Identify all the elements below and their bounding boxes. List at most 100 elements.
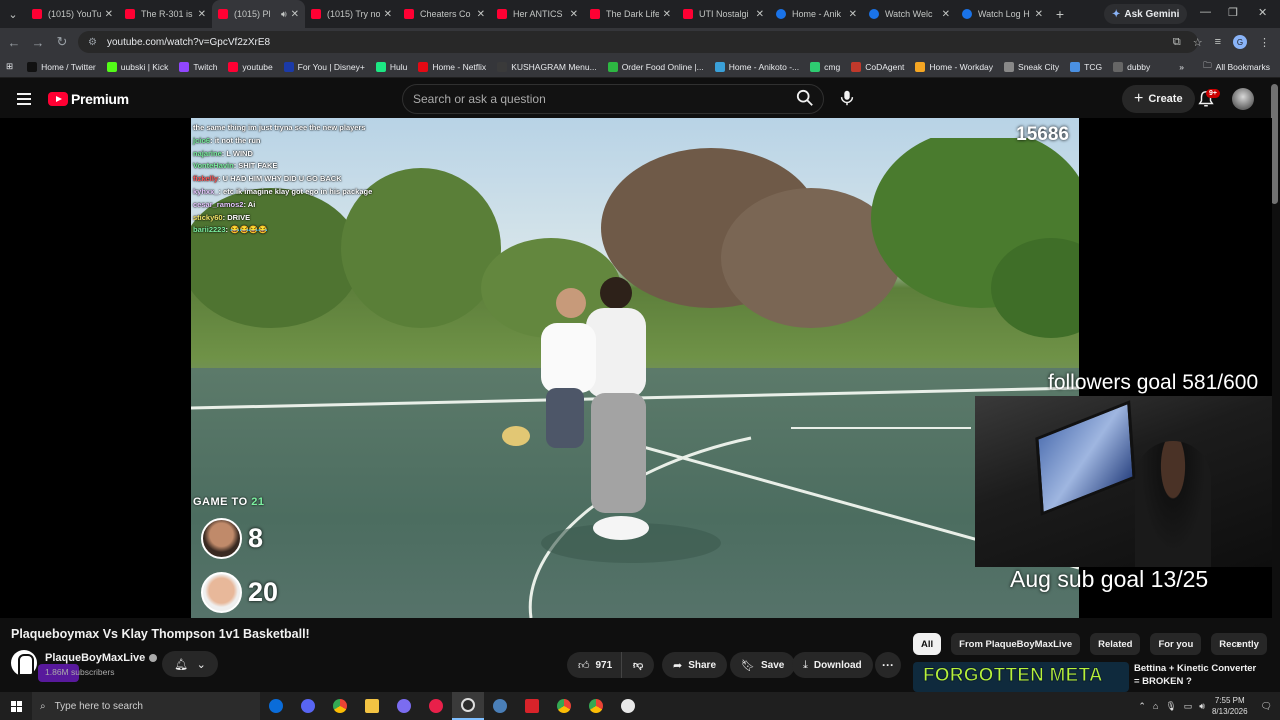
browser-tab[interactable]: UTI Nostalgi ✕ (677, 0, 770, 28)
maximize-button[interactable]: ❐ (1228, 6, 1238, 19)
filter-chip[interactable]: All (913, 633, 942, 655)
bookmark-item[interactable]: For You | Disney+ (283, 61, 365, 72)
back-button[interactable]: ← (2, 35, 26, 50)
start-button[interactable] (0, 692, 32, 720)
create-button[interactable]: + Create (1122, 85, 1195, 113)
bookmark-item[interactable]: Home / Twitter (27, 61, 96, 72)
minimize-button[interactable]: — (1200, 6, 1211, 18)
new-tab-button[interactable]: + (1049, 6, 1071, 22)
filter-chip[interactable]: Related (1090, 633, 1141, 655)
game-controller-icon[interactable] (388, 692, 420, 720)
channel-avatar[interactable] (11, 650, 37, 676)
site-info-icon[interactable]: ⚙ (88, 37, 97, 48)
adobe-icon[interactable] (516, 692, 548, 720)
forward-button[interactable]: → (26, 35, 50, 50)
bookmark-item[interactable]: dubby (1113, 61, 1150, 72)
browser-tab[interactable]: Home - Anik ✕ (770, 0, 863, 28)
volume-icon[interactable]: 🔊︎ (1199, 701, 1205, 712)
taskbar-clock[interactable]: 7:55 PM 8/13/2026 (1212, 695, 1248, 717)
recommended-title[interactable]: Bettina + Kinetic Converter = BROKEN ? (1134, 662, 1264, 688)
account-avatar[interactable] (1232, 88, 1254, 110)
apps-grid-icon[interactable]: ⊞ (6, 61, 13, 72)
share-button[interactable]: ➦ Share (662, 652, 728, 678)
bookmark-item[interactable]: CoDAgent (851, 61, 904, 72)
tab-close-icon[interactable]: ✕ (291, 9, 299, 20)
browser-tab[interactable]: (1015) Pl 🔊︎ ✕ (212, 0, 305, 28)
obs-icon[interactable] (452, 692, 484, 720)
search-input[interactable]: Search or ask a question (402, 84, 824, 114)
youtube-logo[interactable]: Premium (48, 91, 129, 107)
tab-close-icon[interactable]: ✕ (477, 9, 485, 20)
tab-close-icon[interactable]: ✕ (105, 9, 113, 20)
chrome-profile-3-icon[interactable] (580, 692, 612, 720)
bookmark-item[interactable]: Home - Workday (915, 61, 993, 72)
search-icon[interactable] (796, 89, 814, 107)
mic-tray-icon[interactable]: 🎙︎ (1165, 701, 1176, 712)
video-frame[interactable]: the same thing im just tryna see the new… (191, 118, 1079, 618)
clock-app-icon[interactable] (612, 692, 644, 720)
filter-chip[interactable]: For you (1150, 633, 1202, 655)
all-bookmarks-button[interactable]: 🗀 All Bookmarks (1203, 56, 1270, 78)
tab-close-icon[interactable]: ✕ (942, 9, 950, 20)
install-app-icon[interactable]: ⧉ (1173, 36, 1181, 49)
bookmark-item[interactable]: youtube (228, 61, 273, 72)
microphone-icon[interactable] (838, 89, 856, 107)
ask-gemini-button[interactable]: ✦ Ask Gemini (1104, 4, 1188, 24)
chips-next-arrow[interactable]: › (1236, 636, 1240, 651)
bookmark-item[interactable]: uubski | Kick (106, 61, 168, 72)
browser-tab[interactable]: Watch Welc ✕ (863, 0, 956, 28)
subscription-bell-button[interactable]: 🔔︎ ⌄ (162, 651, 218, 677)
profile-avatar[interactable]: G (1233, 35, 1247, 49)
discord-icon[interactable] (292, 692, 324, 720)
browser-menu-icon[interactable]: ⋮ (1259, 36, 1270, 49)
browser-tab[interactable]: Cheaters Co ✕ (398, 0, 491, 28)
chrome-profile-2-icon[interactable] (548, 692, 580, 720)
save-button[interactable]: 🔖︎ Save (730, 652, 796, 678)
reload-button[interactable]: ↻ (50, 34, 74, 50)
bookmark-item[interactable]: Home - Anikoto -... (714, 61, 799, 72)
browser-tab[interactable]: The Dark Life ✕ (584, 0, 677, 28)
browser-tab[interactable]: (1015) YouTube ✕ (26, 0, 119, 28)
bookmark-item[interactable]: Home - Netflix (418, 61, 486, 72)
more-actions-button[interactable]: ··· (875, 652, 901, 678)
tab-close-icon[interactable]: ✕ (198, 9, 206, 20)
bookmark-item[interactable]: Hulu (375, 61, 407, 72)
browser-tab[interactable]: Her ANTICS ✕ (491, 0, 584, 28)
tab-close-icon[interactable]: ✕ (663, 9, 671, 20)
browser-tab[interactable]: The R-301 is ✕ (119, 0, 212, 28)
filter-chip[interactable]: From PlaqueBoyMaxLive (951, 633, 1081, 655)
bookmark-star-icon[interactable]: ☆ (1193, 36, 1203, 49)
menu-icon[interactable] (17, 93, 31, 105)
tab-close-icon[interactable]: ✕ (1035, 9, 1043, 20)
tray-overflow-icon[interactable]: ⌃ (1138, 701, 1146, 712)
chrome-icon[interactable] (324, 692, 356, 720)
tab-close-icon[interactable]: ✕ (756, 9, 764, 20)
browser-tab[interactable]: Watch Log H ✕ (956, 0, 1049, 28)
browser-tab[interactable]: (1015) Try no ✕ (305, 0, 398, 28)
network-icon[interactable]: ⌂ (1153, 701, 1158, 711)
bookmarks-overflow-icon[interactable]: » (1179, 62, 1184, 72)
tab-audio-icon[interactable]: 🔊︎ (281, 9, 287, 20)
bookmark-item[interactable]: TCG (1070, 61, 1102, 72)
like-button[interactable]: 👍︎ 971 (567, 652, 622, 678)
dislike-button[interactable]: 👎︎ (621, 652, 655, 678)
tab-close-icon[interactable]: ✕ (849, 9, 857, 20)
file-explorer-icon[interactable] (356, 692, 388, 720)
bookmark-item[interactable]: cmg (810, 61, 840, 72)
recommended-thumbnail[interactable]: FORGOTTEN META (913, 662, 1129, 692)
battery-icon[interactable]: ▭ (1184, 701, 1193, 712)
omnibox[interactable]: ⚙ youtube.com/watch?v=GpcVf2zXrE8 (78, 31, 1198, 53)
download-button[interactable]: ⤓ Download (792, 652, 873, 678)
bookmark-item[interactable]: Sneak City (1004, 61, 1059, 72)
video-player[interactable]: the same thing im just tryna see the new… (0, 118, 1272, 618)
taskview-icon[interactable] (260, 692, 292, 720)
close-window-button[interactable]: ✕ (1258, 6, 1267, 19)
bookmark-item[interactable]: KUSHAGRAM Menu... (497, 61, 597, 72)
media-player-icon[interactable] (420, 692, 452, 720)
tab-close-icon[interactable]: ✕ (570, 9, 578, 20)
taskbar-search[interactable]: ⌕ Type here to search (32, 692, 260, 720)
page-scrollbar[interactable] (1271, 84, 1278, 204)
tab-search-button[interactable]: ⌄ (0, 0, 26, 28)
tab-close-icon[interactable]: ✕ (384, 9, 392, 20)
channel-name[interactable]: PlaqueBoyMaxLive (45, 652, 158, 664)
